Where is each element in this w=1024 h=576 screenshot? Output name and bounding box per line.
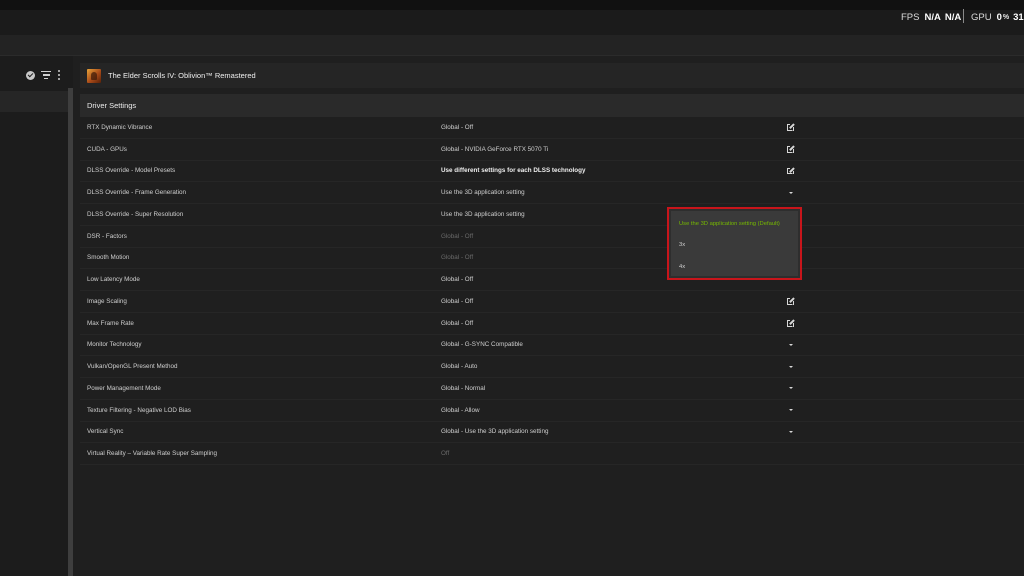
gpu-label: GPU	[971, 11, 992, 23]
chevron-down-icon[interactable]	[786, 427, 795, 436]
setting-row[interactable]: DSR - Factors Global - Off	[80, 226, 1024, 248]
edit-icon[interactable]	[786, 145, 795, 154]
settings-list: RTX Dynamic Vibrance Global - Off CUDA - G…	[80, 117, 1024, 465]
section-title: Driver Settings	[87, 101, 137, 110]
setting-name: Low Latency Mode	[87, 276, 140, 284]
setting-value[interactable]: Use the 3D application setting	[441, 211, 525, 218]
frame-generation-dropdown-menu: Use the 3D application setting (Default)…	[667, 207, 802, 280]
edit-icon[interactable]	[786, 319, 795, 328]
setting-name: CUDA - GPUs	[87, 145, 127, 153]
setting-value[interactable]: Off	[441, 450, 449, 457]
sidebar-toolbar	[26, 69, 61, 81]
setting-value[interactable]: Global - Off	[441, 276, 473, 283]
game-list-sidebar	[0, 56, 73, 576]
setting-row[interactable]: Max Frame Rate Global - Off	[80, 313, 1024, 335]
setting-row[interactable]: RTX Dynamic Vibrance Global - Off	[80, 117, 1024, 139]
setting-name: DLSS Override - Frame Generation	[87, 189, 187, 197]
fps-label: FPS	[901, 11, 920, 23]
performance-overlay-bar	[0, 10, 1024, 35]
fps-value-secondary: N/A	[944, 11, 962, 23]
setting-name: DLSS Override - Model Presets	[87, 167, 176, 175]
setting-row[interactable]: Texture Filtering - Negative LOD Bias Glo…	[80, 400, 1024, 422]
fps-value: N/A	[924, 11, 941, 23]
nav-divider	[0, 55, 1024, 56]
setting-row[interactable]: Image Scaling Global - Off	[80, 291, 1024, 313]
filter-icon[interactable]	[41, 71, 51, 79]
dropdown-option[interactable]: 4x	[679, 264, 685, 270]
setting-row[interactable]: Virtual Reality – Variable Rate Super Sa…	[80, 443, 1024, 465]
check-circle-icon[interactable]	[26, 70, 35, 80]
sidebar-selected-item[interactable]	[0, 91, 68, 112]
setting-row[interactable]: Monitor Technology Global - G-SYNC Compat…	[80, 335, 1024, 357]
more-vertical-icon[interactable]	[57, 70, 61, 80]
setting-row[interactable]: Vulkan/OpenGL Present Method Global - Aut…	[80, 356, 1024, 378]
dropdown-option[interactable]: 3x	[679, 242, 685, 248]
setting-name: Vertical Sync	[87, 428, 124, 436]
chevron-down-icon[interactable]	[786, 406, 795, 415]
setting-value[interactable]: Global - NVIDIA GeForce RTX 5070 Ti	[441, 146, 548, 153]
setting-name: Texture Filtering - Negative LOD Bias	[87, 406, 191, 414]
setting-value[interactable]: Use different settings for each DLSS tec…	[441, 167, 586, 174]
setting-value[interactable]: Global - Off	[441, 320, 473, 327]
setting-value[interactable]: Global - Off	[441, 254, 473, 261]
setting-value[interactable]: Global - Allow	[441, 407, 480, 414]
setting-row[interactable]: Vertical Sync Global - Use the 3D applica…	[80, 422, 1024, 444]
setting-value[interactable]: Global - Use the 3D application setting	[441, 428, 548, 435]
edit-icon[interactable]	[786, 123, 795, 132]
setting-value[interactable]: Global - Off	[441, 298, 473, 305]
top-navigation-band	[0, 35, 1024, 55]
sidebar-scrollbar[interactable]	[68, 88, 73, 576]
setting-value[interactable]: Global - Off	[441, 233, 473, 240]
setting-row[interactable]: Power Management Mode Global - Normal	[80, 378, 1024, 400]
setting-name: DLSS Override - Super Resolution	[87, 210, 184, 218]
setting-name: Vulkan/OpenGL Present Method	[87, 363, 178, 371]
fps-readout: FPS N/A N/A	[901, 10, 965, 24]
gpu-unit: %	[1002, 13, 1010, 21]
setting-value[interactable]: Global - G-SYNC Compatible	[441, 341, 523, 348]
window-top-strip	[0, 0, 1024, 10]
edit-icon[interactable]	[786, 166, 795, 175]
dropdown-menu-body: Use the 3D application setting (Default)…	[671, 211, 798, 276]
setting-name: Power Management Mode	[87, 384, 161, 392]
setting-value[interactable]: Global - Normal	[441, 385, 485, 392]
game-thumbnail	[87, 68, 101, 83]
setting-row[interactable]: CUDA - GPUs Global - NVIDIA GeForce RTX 5…	[80, 139, 1024, 161]
driver-settings-header: Driver Settings	[80, 94, 1024, 117]
gpu-value-partial: 31	[1013, 11, 1024, 23]
chevron-down-icon[interactable]	[786, 188, 795, 197]
setting-row[interactable]: DLSS Override - Super Resolution Use the …	[80, 204, 1024, 226]
setting-value[interactable]: Global - Auto	[441, 363, 477, 370]
setting-name: RTX Dynamic Vibrance	[87, 123, 153, 131]
game-header: The Elder Scrolls IV: Oblivion™ Remaster…	[80, 63, 1024, 88]
setting-value[interactable]: Global - Off	[441, 124, 473, 131]
setting-row[interactable]: DLSS Override - Model Presets Use differe…	[80, 161, 1024, 183]
setting-row[interactable]: DLSS Override - Frame Generation Use the …	[80, 182, 1024, 204]
chevron-down-icon[interactable]	[786, 362, 795, 371]
gpu-value: 0	[996, 11, 1002, 23]
chevron-down-icon[interactable]	[786, 384, 795, 393]
setting-name: Max Frame Rate	[87, 319, 134, 327]
setting-name: Image Scaling	[87, 297, 127, 305]
setting-value[interactable]: Use the 3D application setting	[441, 189, 525, 196]
setting-row[interactable]: Smooth Motion Global - Off	[80, 248, 1024, 270]
setting-name: DSR - Factors	[87, 232, 127, 240]
setting-row[interactable]: Low Latency Mode Global - Off	[80, 269, 1024, 291]
chevron-down-icon[interactable]	[786, 340, 795, 349]
game-title: The Elder Scrolls IV: Oblivion™ Remaster…	[108, 71, 256, 80]
setting-name: Virtual Reality – Variable Rate Super Sa…	[87, 450, 217, 458]
overlay-divider	[963, 9, 964, 23]
setting-name: Monitor Technology	[87, 341, 142, 349]
gpu-readout: GPU 0 % 31	[971, 10, 1024, 24]
edit-icon[interactable]	[786, 297, 795, 306]
setting-name: Smooth Motion	[87, 254, 130, 262]
dropdown-option-selected[interactable]: Use the 3D application setting (Default)	[679, 221, 780, 227]
